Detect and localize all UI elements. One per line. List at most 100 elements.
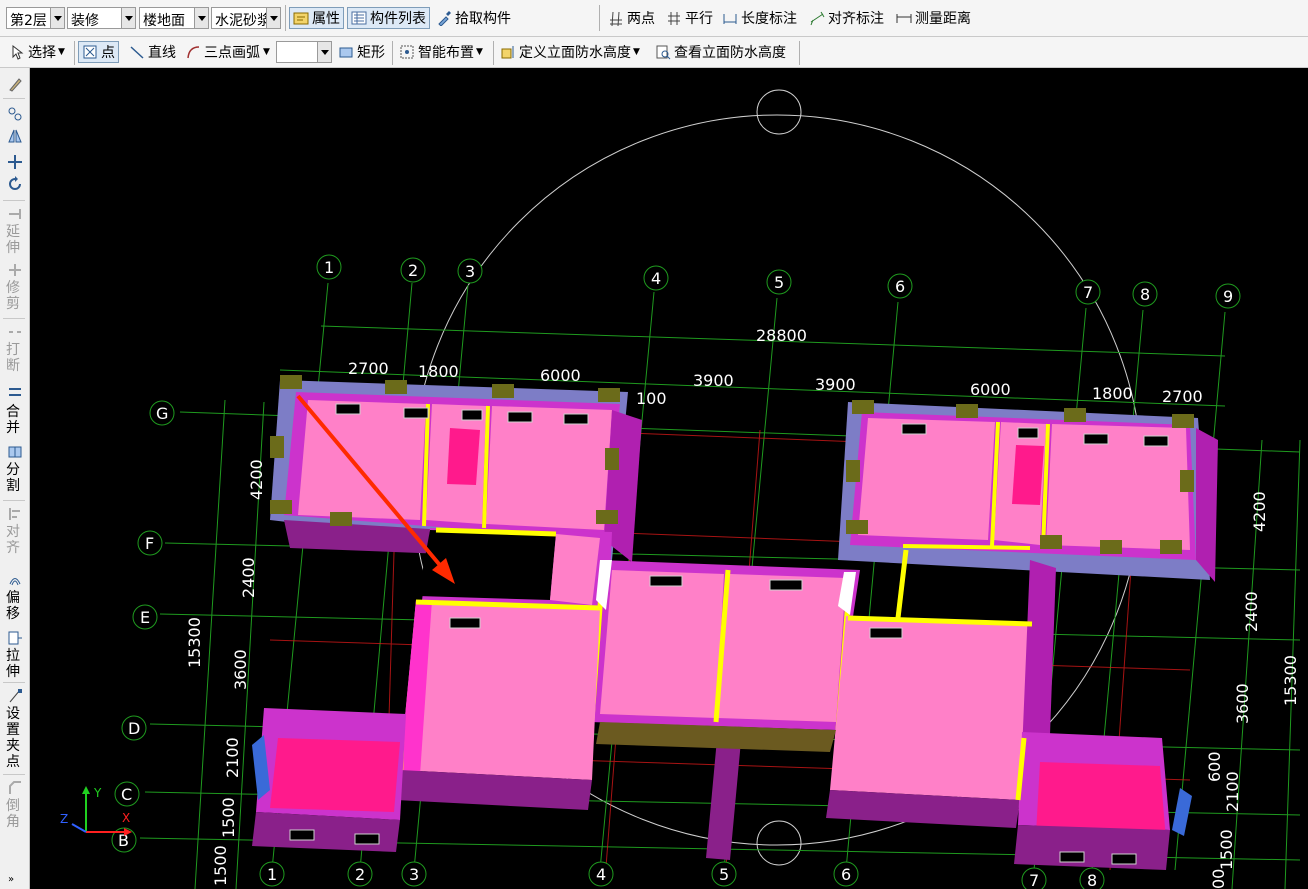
point-button[interactable]: 点	[78, 41, 119, 63]
panel-separator	[3, 774, 25, 775]
orbit-handle-bottom	[756, 820, 802, 866]
copy-icon[interactable]	[7, 106, 23, 122]
axis-bottom-3: 3	[409, 865, 419, 884]
dim-left-3: 15300	[185, 617, 204, 668]
line-label: 直线	[148, 45, 176, 61]
axis-bottom-2: 2	[355, 865, 365, 884]
panel-expand-icon[interactable]: »	[8, 874, 14, 885]
modify-panel: 延伸 修剪 打断 合并 分割 对齐 偏移 拉伸 设置夹点 倒角 »	[0, 68, 30, 889]
mirror-icon[interactable]	[7, 128, 23, 144]
point-icon	[82, 44, 98, 60]
rotate-icon[interactable]	[7, 176, 23, 192]
component-select[interactable]: 水泥砂浆	[211, 7, 281, 29]
align-button[interactable]: 对齐	[4, 524, 22, 556]
main-toolbar: 第2层 装修 楼地面 水泥砂浆 属性 构件列表 拾取构件 两点 平行 长度标注 …	[0, 0, 1308, 37]
toolbar-separator	[799, 41, 800, 65]
properties-button[interactable]: 属性	[289, 7, 344, 29]
axis-left-C: C	[121, 785, 132, 804]
axis-bottom-4: 4	[596, 865, 606, 884]
length-dim-button[interactable]: 长度标注	[719, 7, 800, 29]
dropdown-arrow-icon: ▼	[263, 47, 270, 57]
merge-button[interactable]: 合并	[4, 404, 22, 436]
category-select[interactable]: 装修	[67, 7, 136, 29]
trim-icon	[7, 262, 23, 278]
parallel-label: 平行	[685, 11, 713, 27]
axis-left-G: G	[156, 404, 168, 423]
arc-button[interactable]: 三点画弧 ▼	[182, 41, 273, 63]
axis-bottom-6: 6	[841, 865, 851, 884]
drawing-canvas[interactable]: 28800 2700 1800 6000 3900 3900 6000 1800…	[30, 68, 1308, 889]
axis-bubbles-bottom: 1 2 3 4 5 6 7 8	[259, 861, 1105, 889]
split-icon	[7, 444, 23, 460]
rectangle-button[interactable]: 矩形	[335, 41, 388, 63]
coord-x-label: X	[122, 811, 130, 825]
eyedropper-icon	[436, 10, 452, 27]
axis-top-1: 1	[324, 258, 334, 277]
extend-button[interactable]: 延伸	[4, 224, 22, 256]
dim-right-7: 1500	[1217, 829, 1236, 870]
dim-right-6: 600	[1205, 751, 1224, 782]
arc-option-select[interactable]	[276, 41, 332, 63]
smart-layout-icon	[399, 44, 415, 60]
chevron-down-icon	[317, 42, 331, 62]
split-button[interactable]: 分割	[4, 462, 22, 494]
orbit-handle-top	[756, 89, 802, 135]
draw-toolbar: 选择 ▼ 点 直线 三点画弧 ▼ 矩形 智能布置 ▼ 定义立面防水高度 ▼ 查看…	[0, 37, 1308, 68]
dim-top-1: 2700	[348, 359, 389, 378]
panel-separator	[3, 500, 25, 501]
brush-icon[interactable]	[7, 76, 23, 92]
floor-select[interactable]: 第2层	[6, 7, 65, 29]
axis-bubbles-top: 1 2 3 4 5 6 7 8 9	[316, 254, 1241, 309]
select-button[interactable]: 选择 ▼	[6, 41, 68, 63]
offset-button[interactable]: 偏移	[4, 590, 22, 622]
axis-bottom-5: 5	[719, 865, 729, 884]
panel-separator	[3, 200, 25, 201]
line-button[interactable]: 直线	[126, 41, 179, 63]
axis-top-2: 2	[408, 261, 418, 280]
axis-top-9: 9	[1223, 287, 1233, 306]
define-waterproof-height-button[interactable]: 定义立面防水高度 ▼	[497, 41, 643, 63]
arc-icon	[185, 44, 201, 60]
measure-distance-button[interactable]: 测量距离	[893, 7, 974, 29]
define-waterproof-height-label: 定义立面防水高度	[519, 45, 631, 61]
axis-bottom-7: 7	[1029, 871, 1039, 889]
move-icon[interactable]	[7, 154, 23, 170]
axis-top-7: 7	[1083, 283, 1093, 302]
two-points-icon	[608, 10, 624, 27]
parallel-icon	[666, 10, 682, 26]
coord-z-label: Z	[60, 812, 68, 826]
pick-component-button[interactable]: 拾取构件	[433, 7, 514, 29]
floor-select-value: 第2层	[10, 13, 47, 29]
parallel-button[interactable]: 平行	[663, 7, 716, 29]
measure-icon	[896, 10, 912, 26]
align-dim-button[interactable]: 对齐标注	[806, 7, 887, 29]
type-select[interactable]: 楼地面	[139, 7, 209, 29]
chamfer-button[interactable]: 倒角	[4, 798, 22, 830]
merge-icon	[7, 384, 23, 400]
chevron-down-icon	[50, 8, 64, 28]
dropdown-arrow-icon: ▼	[476, 47, 483, 57]
axis-bottom-8: 8	[1087, 871, 1097, 889]
axis-bottom-1: 1	[267, 865, 277, 884]
dim-right-1: 4200	[1250, 491, 1269, 532]
model-view: 28800 2700 1800 6000 3900 3900 6000 1800…	[60, 89, 1301, 889]
view-height-icon	[655, 44, 671, 60]
axis-left-D: D	[128, 719, 140, 738]
view-waterproof-height-button[interactable]: 查看立面防水高度	[652, 41, 789, 63]
properties-icon	[293, 10, 309, 26]
trim-button[interactable]: 修剪	[4, 280, 22, 312]
set-grip-button[interactable]: 设置夹点	[4, 706, 22, 770]
axis-top-3: 3	[465, 262, 475, 281]
axis-left-E: E	[140, 608, 150, 627]
stretch-button[interactable]: 拉伸	[4, 648, 22, 680]
break-button[interactable]: 打断	[4, 342, 22, 374]
rectangle-icon	[338, 44, 354, 60]
grip-icon	[7, 688, 23, 704]
length-dim-icon	[722, 10, 738, 26]
two-points-button[interactable]: 两点	[605, 7, 658, 29]
component-list-button[interactable]: 构件列表	[347, 7, 430, 29]
building-model	[252, 380, 1218, 870]
line-icon	[129, 44, 145, 60]
smart-layout-button[interactable]: 智能布置 ▼	[396, 41, 486, 63]
dim-top-9: 100	[636, 389, 667, 408]
